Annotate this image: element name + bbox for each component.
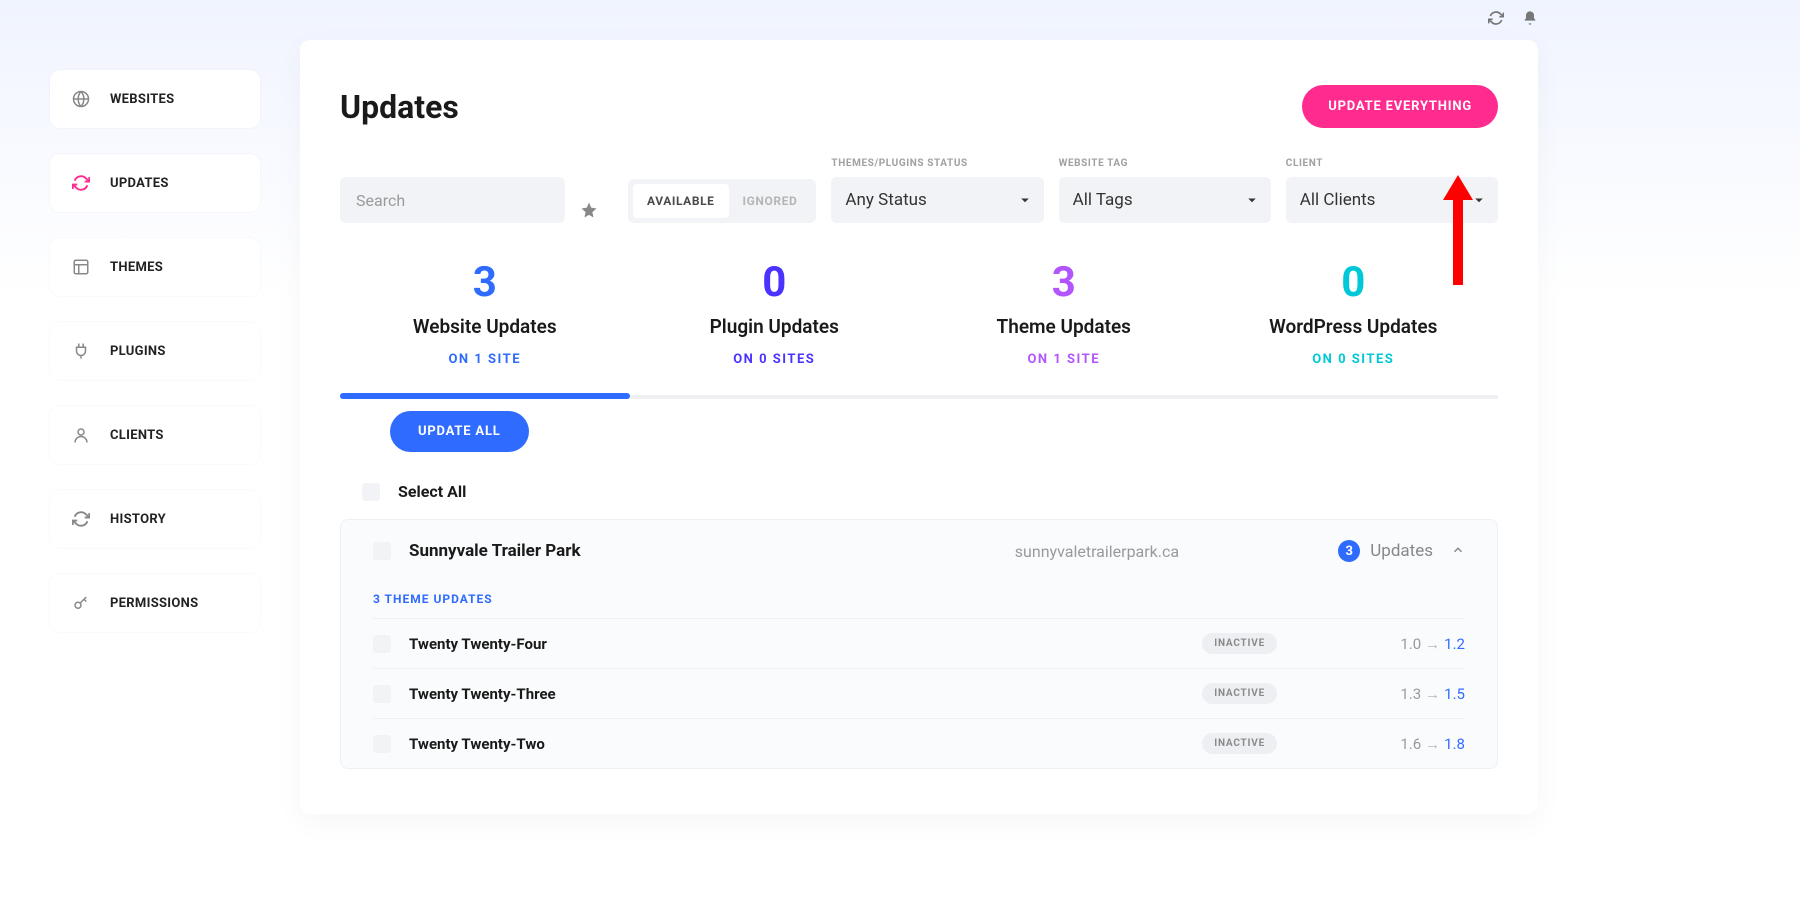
stat-label: Plugin Updates [630,315,920,338]
site-checkbox[interactable] [373,542,391,560]
stat-tab-plugins[interactable]: 0 Plugin Updates ON 0 SITES [630,258,920,395]
filter-client-label: CLIENT [1286,158,1498,169]
sidebar-label: THEMES [110,260,163,275]
sidebar-label: PERMISSIONS [110,596,198,611]
update-everything-button[interactable]: UPDATE EVERYTHING [1302,85,1498,128]
update-all-button[interactable]: UPDATE ALL [390,411,529,452]
stat-sub: ON 1 SITE [340,352,630,367]
stat-tab-themes[interactable]: 3 Theme Updates ON 1 SITE [919,258,1209,395]
segment-ignored[interactable]: IGNORED [729,184,812,218]
sidebar-label: UPDATES [110,176,169,191]
theme-updates-heading: 3 THEME UPDATES [373,582,1465,618]
site-card: Sunnyvale Trailer Park sunnyvaletrailerp… [340,519,1498,769]
stat-sub: ON 1 SITE [919,352,1209,367]
site-header[interactable]: Sunnyvale Trailer Park sunnyvaletrailerp… [373,520,1465,582]
sidebar-item-permissions[interactable]: PERMISSIONS [50,574,260,632]
updates-label: Updates [1370,541,1433,561]
stat-count: 0 [630,258,920,307]
item-checkbox[interactable] [373,685,391,703]
version: 1.0→1.2 [1295,635,1465,653]
sidebar-label: PLUGINS [110,344,166,359]
sidebar-item-history[interactable]: HISTORY [50,490,260,548]
update-item: Twenty Twenty-Four INACTIVE 1.0→1.2 [373,618,1465,668]
sidebar: WEBSITES UPDATES THEMES PLUGINS CLIENTS … [50,40,260,814]
main-panel: Updates UPDATE EVERYTHING AVAILABLE IGNO… [300,40,1538,814]
chevron-up-icon[interactable] [1451,542,1465,561]
select-all-label: Select All [398,482,466,501]
key-icon [72,594,90,612]
version: 1.6→1.8 [1295,735,1465,753]
filter-tag-select[interactable]: All Tags [1059,177,1271,223]
item-checkbox[interactable] [373,635,391,653]
status-segment: AVAILABLE IGNORED [628,179,816,223]
update-name: Twenty Twenty-Three [409,685,1184,703]
update-item: Twenty Twenty-Three INACTIVE 1.3→1.5 [373,668,1465,718]
stat-sub: ON 0 SITES [1209,352,1499,367]
page-title: Updates [340,88,459,126]
update-name: Twenty Twenty-Four [409,635,1184,653]
star-icon[interactable] [580,201,598,223]
sidebar-item-themes[interactable]: THEMES [50,238,260,296]
site-name: Sunnyvale Trailer Park [409,541,856,561]
person-icon [72,426,90,444]
status-badge: INACTIVE [1202,683,1277,704]
status-badge: INACTIVE [1202,633,1277,654]
stat-label: Theme Updates [919,315,1209,338]
plug-icon [72,342,90,360]
refresh-icon[interactable] [1488,10,1504,30]
sidebar-item-updates[interactable]: UPDATES [50,154,260,212]
update-name: Twenty Twenty-Two [409,735,1184,753]
site-url: sunnyvaletrailerpark.ca [874,542,1321,561]
sidebar-item-plugins[interactable]: PLUGINS [50,322,260,380]
stat-count: 3 [919,258,1209,307]
sidebar-item-clients[interactable]: CLIENTS [50,406,260,464]
version: 1.3→1.5 [1295,685,1465,703]
sidebar-label: HISTORY [110,512,166,527]
updates-count-badge: 3 [1338,540,1360,562]
stat-tab-websites[interactable]: 3 Website Updates ON 1 SITE [340,258,630,395]
stat-tab-wordpress[interactable]: 0 WordPress Updates ON 0 SITES [1209,258,1499,395]
filter-status-label: THEMES/PLUGINS STATUS [831,158,1043,169]
stat-sub: ON 0 SITES [630,352,920,367]
stat-count: 0 [1209,258,1499,307]
stat-label: WordPress Updates [1209,315,1499,338]
filter-client-select[interactable]: All Clients [1286,177,1498,223]
select-all-checkbox[interactable] [362,483,380,501]
stat-count: 3 [340,258,630,307]
filter-tag-label: WEBSITE TAG [1059,158,1271,169]
globe-icon [72,90,90,108]
history-icon [72,510,90,528]
search-input[interactable] [340,177,565,223]
layout-icon [72,258,90,276]
bell-icon[interactable] [1522,10,1538,30]
status-badge: INACTIVE [1202,733,1277,754]
sidebar-label: WEBSITES [110,92,174,107]
filter-status-select[interactable]: Any Status [831,177,1043,223]
sidebar-label: CLIENTS [110,428,164,443]
segment-available[interactable]: AVAILABLE [633,184,729,218]
update-item: Twenty Twenty-Two INACTIVE 1.6→1.8 [373,718,1465,768]
stat-label: Website Updates [340,315,630,338]
sidebar-item-websites[interactable]: WEBSITES [50,70,260,128]
item-checkbox[interactable] [373,735,391,753]
refresh-icon [72,174,90,192]
